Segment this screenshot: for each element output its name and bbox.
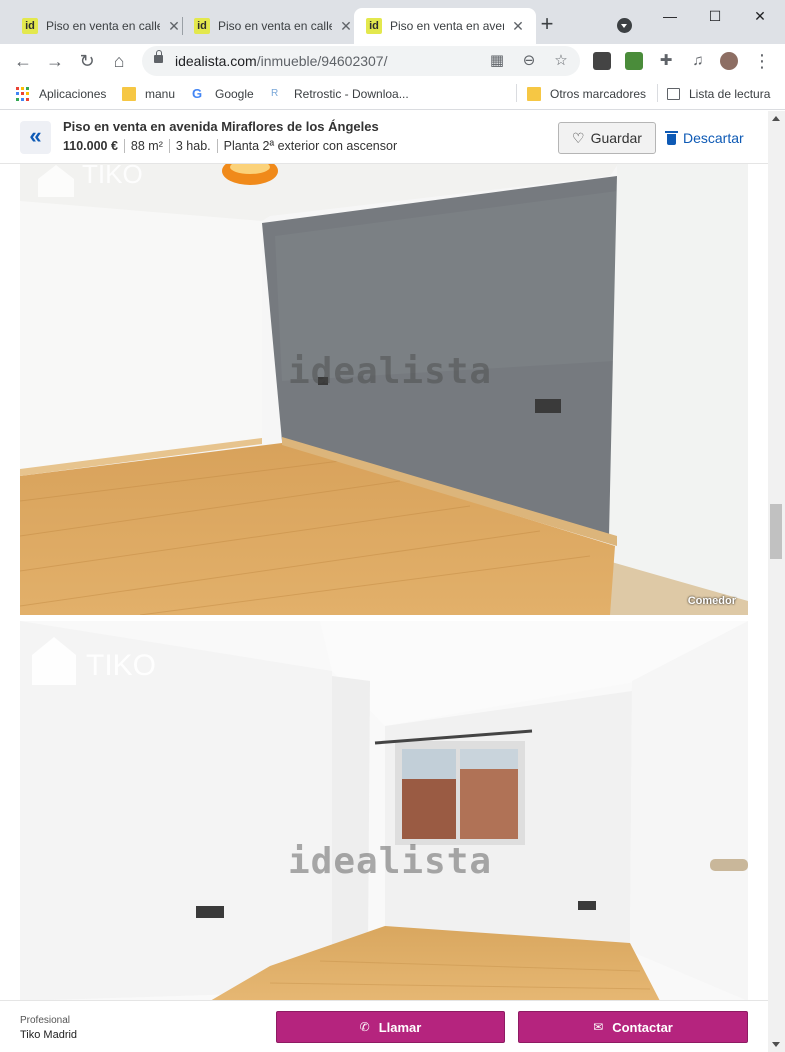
tiko-watermark: TIKO — [82, 161, 143, 189]
lock-icon[interactable] — [154, 50, 163, 63]
extension-icon[interactable] — [593, 52, 611, 70]
bookmark-label: Aplicaciones — [39, 87, 107, 101]
back-arrow-icon[interactable]: ← — [11, 50, 35, 72]
advertiser-type: Profesional — [20, 1015, 71, 1026]
close-tab-icon[interactable]: ✕ — [338, 18, 354, 34]
reading-list-label: Lista de lectura — [689, 87, 771, 101]
close-tab-icon[interactable]: ✕ — [510, 18, 526, 34]
forward-arrow-icon[interactable]: → — [43, 50, 67, 72]
tab-title: Piso en venta en calle — [46, 19, 160, 33]
idealista-favicon-icon: id — [22, 18, 38, 34]
back-chevrons-icon[interactable]: « — [20, 121, 51, 154]
close-tab-icon[interactable]: ✕ — [166, 18, 182, 34]
chat-bubble-icon: ✉ — [593, 1020, 604, 1034]
discard-label: Descartar — [683, 130, 744, 146]
scrollbar-thumb[interactable] — [770, 504, 782, 559]
tab-title: Piso en venta en avenida — [390, 19, 504, 33]
listing-rooms: 3 hab. — [168, 139, 217, 153]
phone-icon: ✆ — [359, 1020, 370, 1034]
browser-tab[interactable]: id Piso en venta en calle ✕ — [10, 8, 192, 44]
retrostic-icon: R — [271, 88, 279, 99]
listing-price: 110.000 € — [63, 139, 118, 153]
bookmark-separator — [516, 84, 517, 102]
contact-label: Contactar — [612, 1019, 673, 1035]
advertiser-name[interactable]: Tiko Madrid — [20, 1029, 77, 1041]
zoom-out-icon[interactable]: ⊖ — [519, 51, 539, 71]
bookmark-retrostic[interactable]: R Retrostic - Downloa... — [271, 85, 409, 103]
address-bar[interactable]: idealista.com/inmueble/94602307/ ▦ ⊖ ☆ — [142, 46, 580, 76]
photo-caption: Comedor — [687, 595, 736, 607]
room-photo-image: TIKO — [20, 621, 748, 1001]
save-label: Guardar — [590, 130, 642, 146]
bookmark-other-folder[interactable]: Otros marcadores — [527, 85, 646, 103]
apps-grid-icon — [16, 87, 30, 101]
listing-floor: Planta 2ª exterior con ascensor — [216, 139, 403, 153]
save-button[interactable]: ♡ Guardar — [558, 122, 656, 154]
idealista-watermark: idealista — [288, 841, 493, 882]
idealista-watermark: idealista — [288, 351, 493, 392]
reload-icon[interactable]: ↻ — [75, 50, 99, 72]
url-text: idealista.com/inmueble/94602307/ — [175, 53, 388, 69]
menu-kebab-icon[interactable]: ⋮ — [750, 50, 774, 72]
listing-photo[interactable]: TIKO idealista — [20, 621, 748, 1001]
listing-photo[interactable]: TIKO idealista Comedor — [20, 161, 748, 615]
trash-icon — [665, 130, 678, 145]
media-control-icon[interactable]: ♫ — [686, 50, 710, 72]
bookmark-separator — [657, 84, 658, 102]
profile-avatar[interactable] — [720, 52, 738, 70]
bookmark-google[interactable]: G Google — [192, 85, 254, 103]
browser-tab[interactable]: id Piso en venta en calle ✕ — [182, 8, 364, 44]
bookmark-apps[interactable]: Aplicaciones — [16, 85, 106, 103]
browser-toolbar: ← → ↻ ⌂ idealista.com/inmueble/94602307/… — [0, 44, 785, 78]
folder-icon — [527, 87, 541, 101]
call-button[interactable]: ✆ Llamar — [276, 1011, 505, 1043]
bookmark-label: manu — [145, 87, 176, 101]
idealista-favicon-icon: id — [194, 18, 210, 34]
bookmark-folder-manu[interactable]: manu — [122, 85, 175, 103]
tab-search-dropdown-icon[interactable] — [617, 18, 632, 33]
maximize-icon[interactable]: ☐ — [700, 4, 730, 28]
extensions-puzzle-icon[interactable]: ✚ — [654, 50, 678, 72]
listing-area: 88 m² — [123, 139, 169, 153]
bookmark-label: Otros marcadores — [550, 87, 647, 101]
listing-title: Piso en venta en avenida Miraflores de l… — [63, 119, 379, 134]
tiko-watermark: TIKO — [86, 649, 156, 682]
bookmarks-bar: Aplicaciones manu G Google R Retrostic -… — [0, 78, 785, 110]
reading-list[interactable]: Lista de lectura — [667, 85, 770, 103]
call-label: Llamar — [378, 1019, 422, 1035]
scroll-up-arrow-icon[interactable] — [772, 116, 780, 121]
tab-strip: id Piso en venta en calle ✕ id Piso en v… — [0, 0, 785, 44]
home-icon[interactable]: ⌂ — [107, 50, 131, 72]
listing-features: 110.000 € 88 m² 3 hab. Planta 2ª exterio… — [63, 139, 403, 153]
contact-bar: Profesional Tiko Madrid ✆ Llamar ✉ Conta… — [0, 1000, 768, 1052]
idealista-favicon-icon: id — [366, 18, 382, 34]
discard-button[interactable]: Descartar — [665, 122, 757, 154]
tab-title: Piso en venta en calle — [218, 19, 332, 33]
sticky-ad-header: « Piso en venta en avenida Miraflores de… — [0, 111, 768, 164]
bookmark-label: Google — [215, 87, 254, 101]
scroll-down-arrow-icon[interactable] — [772, 1042, 780, 1047]
close-window-icon[interactable]: ✕ — [745, 4, 775, 28]
extension-icon[interactable] — [625, 52, 643, 70]
qr-code-icon[interactable]: ▦ — [487, 51, 507, 71]
vertical-scrollbar[interactable] — [768, 111, 785, 1052]
heart-icon: ♡ — [572, 129, 585, 146]
new-tab-plus-icon[interactable]: + — [536, 13, 558, 36]
page-viewport: « Piso en venta en avenida Miraflores de… — [0, 111, 785, 1052]
bookmark-label: Retrostic - Downloa... — [294, 87, 409, 101]
minimize-icon[interactable]: — — [655, 4, 685, 28]
contact-button[interactable]: ✉ Contactar — [518, 1011, 748, 1043]
bookmark-star-icon[interactable]: ☆ — [551, 51, 571, 71]
reading-list-icon — [667, 88, 680, 100]
folder-icon — [122, 87, 136, 101]
browser-tab-active[interactable]: id Piso en venta en avenida ✕ — [354, 8, 536, 44]
google-icon: G — [192, 86, 203, 101]
